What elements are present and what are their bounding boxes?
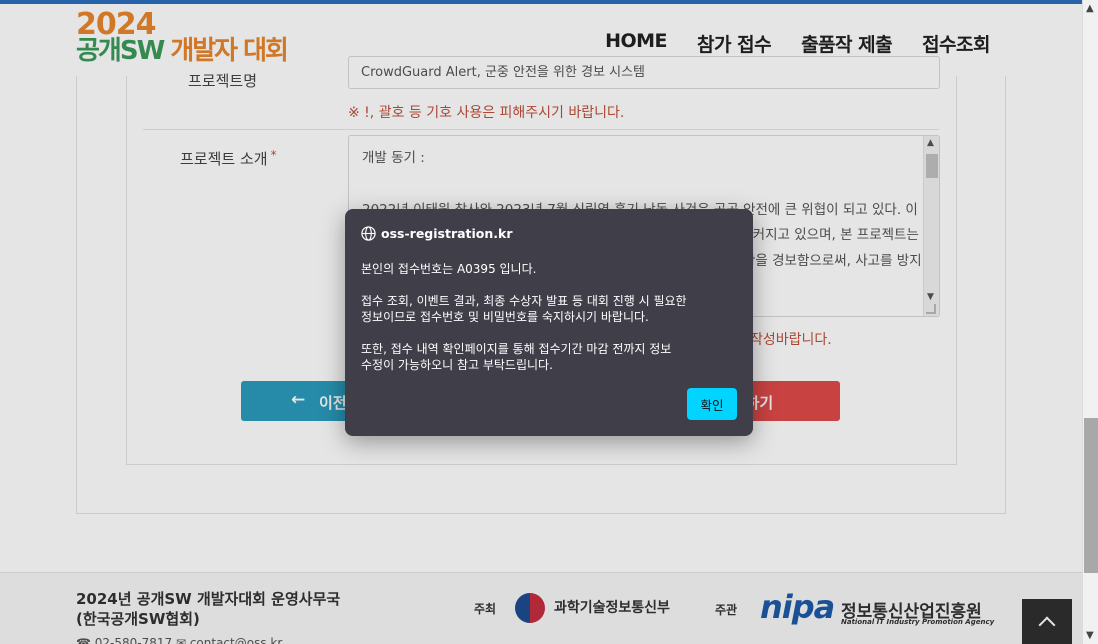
dialog-origin: oss-registration.kr <box>361 226 513 241</box>
dialog-line-receipt: 본인의 접수번호는 A0395 입니다. <box>361 262 537 276</box>
ok-button[interactable]: 확인 <box>687 388 737 420</box>
dialog-origin-text: oss-registration.kr <box>381 226 513 241</box>
dialog-line-notice: 접수 조회, 이벤트 결과, 최종 수상자 발표 등 대회 진행 시 필요한 정… <box>361 294 687 324</box>
page-scroll-thumb[interactable] <box>1084 418 1098 573</box>
dialog-message: 본인의 접수번호는 A0395 입니다. 접수 조회, 이벤트 결과, 최종 수… <box>361 261 739 389</box>
page-scroll-up-icon[interactable]: ▲ <box>1086 3 1094 14</box>
dialog-line-edit: 또한, 접수 내역 확인페이지를 통해 접수기간 마감 전까지 정보 수정이 가… <box>361 342 672 372</box>
page-scrollbar[interactable]: ▲ ▼ <box>1082 0 1098 644</box>
alert-dialog: oss-registration.kr 본인의 접수번호는 A0395 입니다.… <box>345 209 753 436</box>
globe-icon <box>361 226 376 241</box>
page-scroll-down-icon[interactable]: ▼ <box>1086 630 1094 641</box>
